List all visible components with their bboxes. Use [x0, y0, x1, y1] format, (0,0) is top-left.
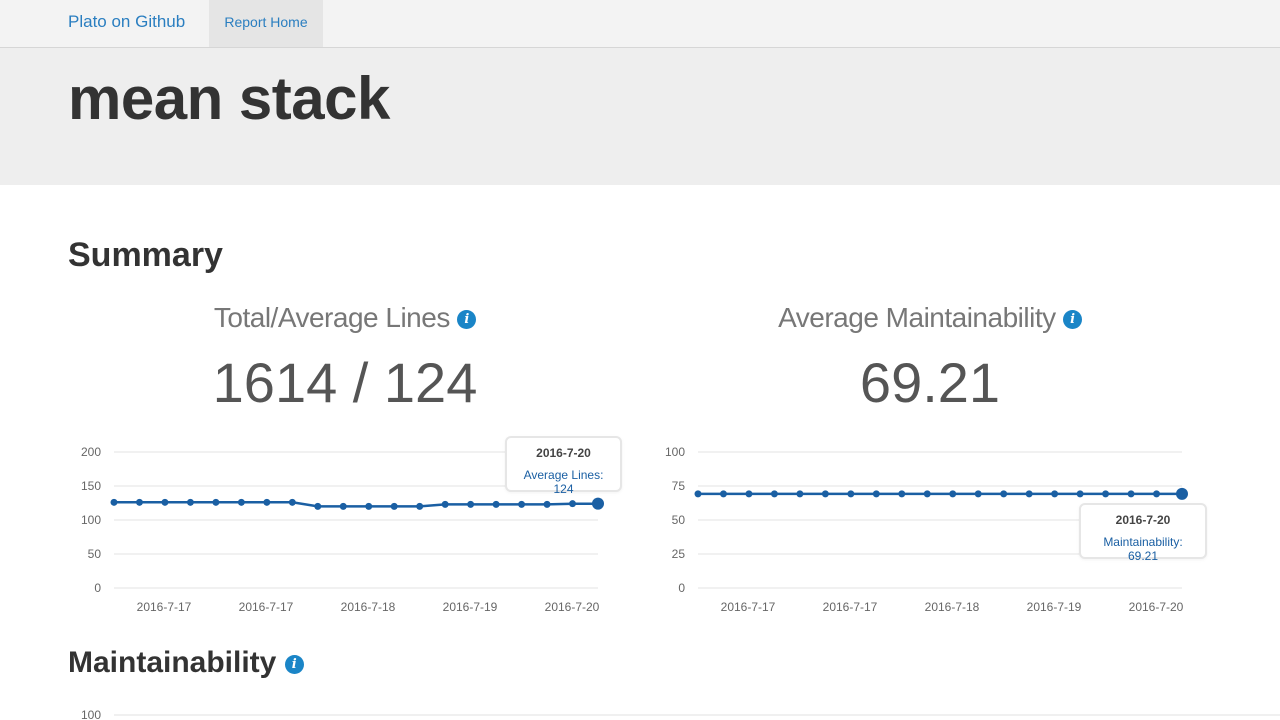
ytick-label: 0 — [678, 581, 685, 595]
maintainability-heading-text: Maintainability — [68, 646, 277, 679]
data-point — [569, 500, 577, 508]
data-point — [390, 502, 398, 510]
maintainability-detail-chart: 100 — [81, 708, 1280, 720]
data-point — [796, 490, 804, 498]
tooltip-date: 2016-7-20 — [1115, 513, 1171, 527]
maintainability-stat-title-text: Average Maintainability — [778, 302, 1056, 333]
data-point — [212, 498, 220, 506]
lines-stat-title-text: Total/Average Lines — [213, 302, 450, 333]
data-point — [492, 500, 500, 508]
maintainability-stat-value: 69.21 — [859, 351, 1001, 414]
data-point — [1000, 490, 1008, 498]
data-point — [543, 500, 551, 508]
tooltip-value: Maintainability: 69.21 — [1103, 535, 1183, 563]
data-point — [467, 500, 475, 508]
tooltip-date: 2016-7-20 — [536, 446, 591, 460]
data-point — [314, 502, 322, 510]
data-point — [1051, 490, 1059, 498]
info-icon[interactable]: i — [457, 310, 477, 330]
ytick-label: 100 — [665, 445, 685, 459]
ytick-label: 200 — [81, 445, 101, 459]
ytick-label: 25 — [672, 547, 686, 561]
data-point — [872, 490, 880, 498]
data-point — [847, 490, 855, 498]
maintainability-heading: Maintainability i — [68, 646, 304, 680]
ytick-label: 50 — [672, 513, 686, 527]
data-point — [745, 490, 753, 498]
data-point — [161, 498, 169, 506]
data-point — [1153, 490, 1161, 498]
data-point — [110, 498, 118, 506]
data-point — [821, 490, 829, 498]
data-point — [1025, 490, 1033, 498]
data-point — [518, 500, 526, 508]
ytick-label: 100 — [81, 513, 101, 527]
nav-report-home[interactable]: Report Home — [209, 0, 323, 47]
data-point — [974, 490, 982, 498]
data-point — [694, 490, 702, 498]
data-point — [135, 498, 143, 506]
series-line — [114, 501, 598, 508]
data-point — [288, 498, 296, 506]
header-banner: mean stack — [0, 48, 1280, 185]
info-icon[interactable]: i — [284, 654, 304, 674]
xtick-label: 2016-7-18 — [341, 600, 396, 614]
lines-tooltip: 2016-7-20 Average Lines: 124 — [505, 436, 622, 496]
ytick-label: 0 — [94, 581, 101, 595]
lines-stat-value: 1614 / 124 — [212, 351, 478, 414]
ytick-label: 150 — [81, 479, 101, 493]
maintainability-stat-title: Average Maintainability i — [745, 302, 1115, 334]
data-point — [365, 502, 373, 510]
brand-link[interactable]: Plato on Github — [68, 12, 185, 32]
info-icon[interactable]: i — [1062, 310, 1082, 330]
data-point — [1102, 490, 1110, 498]
data-point — [237, 498, 245, 506]
data-point — [263, 498, 271, 506]
ytick-label: 75 — [672, 479, 686, 493]
lines-stat-title: Total/Average Lines i — [160, 302, 530, 334]
xtick-label: 2016-7-18 — [925, 600, 980, 614]
ytick-label: 50 — [88, 547, 102, 561]
page-title: mean stack — [68, 65, 390, 132]
data-point — [186, 498, 194, 506]
data-point — [416, 502, 424, 510]
data-point — [1127, 490, 1135, 498]
summary-heading: Summary — [68, 236, 223, 274]
xtick-label: 2016-7-17 — [721, 600, 776, 614]
xtick-label: 2016-7-17 — [823, 600, 878, 614]
maintainability-tooltip: 2016-7-20 Maintainability: 69.21 — [1079, 503, 1207, 563]
xtick-label: 2016-7-20 — [545, 600, 600, 614]
tooltip-value: Average Lines: 124 — [523, 468, 604, 496]
data-point — [719, 490, 727, 498]
data-point — [923, 490, 931, 498]
ytick-label: 100 — [81, 708, 101, 720]
xtick-label: 2016-7-19 — [1027, 600, 1082, 614]
data-point — [441, 500, 449, 508]
data-point — [770, 490, 778, 498]
data-point — [1076, 490, 1084, 498]
data-point — [592, 497, 604, 510]
xtick-label: 2016-7-17 — [137, 600, 192, 614]
data-point — [1176, 487, 1188, 500]
data-point — [898, 490, 906, 498]
xtick-label: 2016-7-20 — [1129, 600, 1184, 614]
xtick-label: 2016-7-19 — [443, 600, 498, 614]
xtick-label: 2016-7-17 — [239, 600, 294, 614]
data-point — [339, 502, 347, 510]
data-point — [949, 490, 957, 498]
navbar: Plato on Github Report Home — [0, 0, 1280, 48]
